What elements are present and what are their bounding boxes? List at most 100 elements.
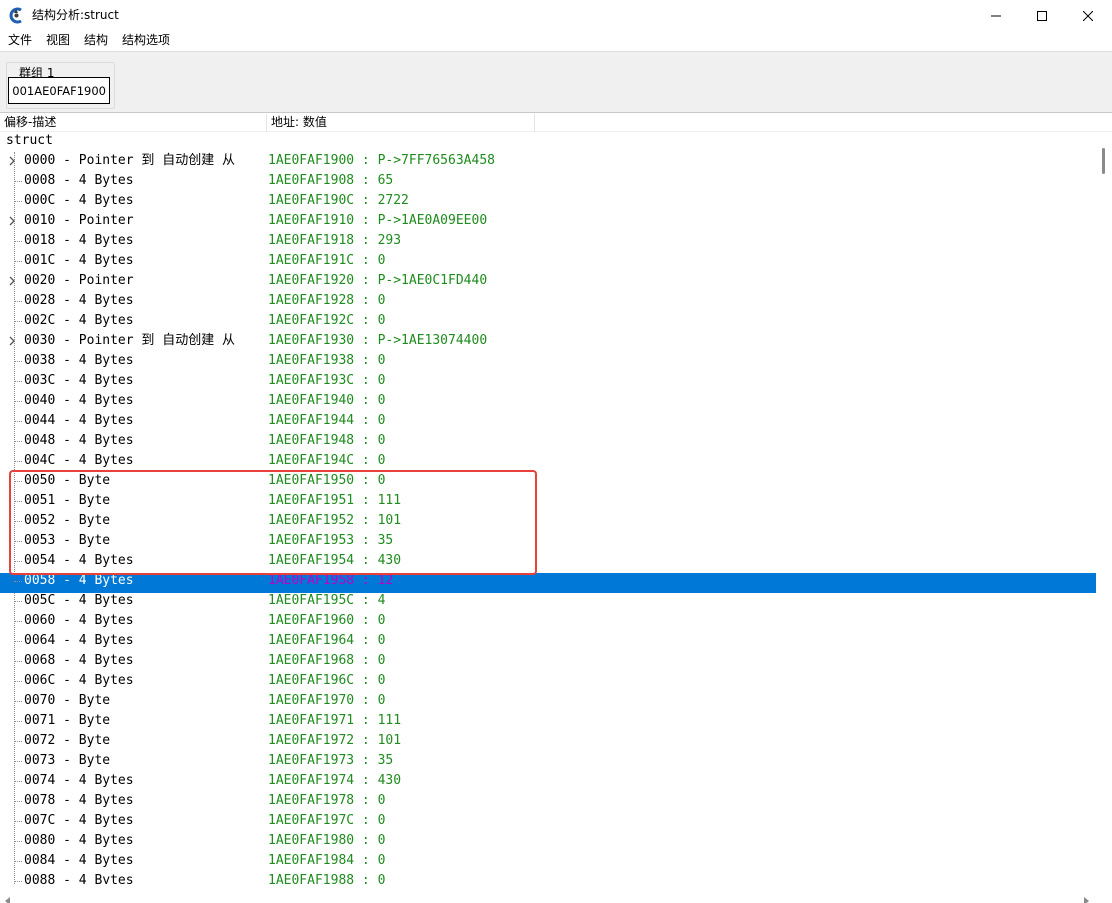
- tree-row[interactable]: 0000 - Pointer 到 自动创建 从 1AE0FAF1900 : P->…: [0, 153, 1096, 173]
- menu-structure[interactable]: 结构: [84, 33, 108, 48]
- tree-branch-line: [14, 421, 22, 422]
- tree-branch-line: [14, 641, 22, 642]
- chevron-right-icon[interactable]: [8, 215, 17, 227]
- tree-row[interactable]: 006C - 4 Bytes 1AE0FAF196C : 0: [0, 673, 1096, 693]
- row-offset-description: 0044 - 4 Bytes: [24, 413, 134, 428]
- row-offset-description: 0070 - Byte: [24, 693, 111, 708]
- tree-row[interactable]: 0020 - Pointer 1AE0FAF1920 : P->1AE0C1FD4…: [0, 273, 1096, 293]
- row-address-value: 1AE0FAF194C : 0: [268, 453, 386, 468]
- maximize-icon: [1037, 10, 1047, 21]
- group-panel: 群组 1: [0, 51, 1112, 113]
- vertical-scrollbar[interactable]: [1096, 132, 1112, 884]
- chevron-right-icon[interactable]: [8, 335, 17, 347]
- menu-bar: 文件 视图 结构 结构选项: [0, 31, 1112, 51]
- row-offset-description: 005C - 4 Bytes: [24, 593, 134, 608]
- tree-row[interactable]: 0071 - Byte 1AE0FAF1971 : 111: [0, 713, 1096, 733]
- tree-row[interactable]: 001C - 4 Bytes 1AE0FAF191C : 0: [0, 253, 1096, 273]
- tree-row[interactable]: 007C - 4 Bytes 1AE0FAF197C : 0: [0, 813, 1096, 833]
- tree-row[interactable]: 0051 - Byte 1AE0FAF1951 : 111: [0, 493, 1096, 513]
- menu-structure-options[interactable]: 结构选项: [122, 33, 170, 48]
- tree-row[interactable]: 005C - 4 Bytes 1AE0FAF195C : 4: [0, 593, 1096, 613]
- tree-row[interactable]: 0088 - 4 Bytes 1AE0FAF1988 : 0: [0, 873, 1096, 884]
- tree-row[interactable]: 0064 - 4 Bytes 1AE0FAF1964 : 0: [0, 633, 1096, 653]
- address-input[interactable]: [8, 77, 110, 104]
- tree-root[interactable]: struct: [6, 133, 53, 153]
- tree-row[interactable]: 0030 - Pointer 到 自动创建 从 1AE0FAF1930 : P->…: [0, 333, 1096, 353]
- row-address-value: 1AE0FAF1948 : 0: [268, 433, 386, 448]
- tree-row[interactable]: 0068 - 4 Bytes 1AE0FAF1968 : 0: [0, 653, 1096, 673]
- scroll-right-icon[interactable]: [1083, 890, 1089, 903]
- horizontal-scrollbar[interactable]: [0, 884, 1096, 903]
- tree-row[interactable]: 0054 - 4 Bytes 1AE0FAF1954 : 430: [0, 553, 1096, 573]
- tree-row[interactable]: 0078 - 4 Bytes 1AE0FAF1978 : 0: [0, 793, 1096, 813]
- row-address-value: 1AE0FAF1964 : 0: [268, 633, 386, 648]
- row-address-value: 1AE0FAF1951 : 111: [268, 493, 402, 508]
- minimize-icon: [991, 11, 1001, 21]
- tree-branch-line: [14, 321, 22, 322]
- menu-view[interactable]: 视图: [46, 33, 70, 48]
- tree-branch-line: [14, 721, 22, 722]
- tree-row[interactable]: 002C - 4 Bytes 1AE0FAF192C : 0: [0, 313, 1096, 333]
- tree-row[interactable]: 0060 - 4 Bytes 1AE0FAF1960 : 0: [0, 613, 1096, 633]
- tree-row[interactable]: 0018 - 4 Bytes 1AE0FAF1918 : 293: [0, 233, 1096, 253]
- row-offset-description: 0080 - 4 Bytes: [24, 833, 134, 848]
- row-address-value: 1AE0FAF1971 : 111: [268, 713, 402, 728]
- tree-row[interactable]: 0048 - 4 Bytes 1AE0FAF1948 : 0: [0, 433, 1096, 453]
- row-address-value: 1AE0FAF1952 : 101: [268, 513, 402, 528]
- tree-row[interactable]: 0053 - Byte 1AE0FAF1953 : 35: [0, 533, 1096, 553]
- chevron-right-icon[interactable]: [8, 275, 17, 287]
- tree-branch-line: [14, 881, 22, 882]
- tree-branch-line: [14, 581, 22, 582]
- row-offset-description: 0074 - 4 Bytes: [24, 773, 134, 788]
- title-bar[interactable]: 结构分析:struct: [0, 0, 1112, 31]
- tree-row[interactable]: 0010 - Pointer 1AE0FAF1910 : P->1AE0A09EE…: [0, 213, 1096, 233]
- column-offset-description[interactable]: 偏移-描述: [4, 115, 56, 130]
- tree-branch-line: [14, 661, 22, 662]
- tree-branch-line: [14, 401, 22, 402]
- close-button[interactable]: [1065, 0, 1111, 31]
- tree-branch-line: [14, 701, 22, 702]
- tree-branch-line: [14, 361, 22, 362]
- tree-row[interactable]: 0044 - 4 Bytes 1AE0FAF1944 : 0: [0, 413, 1096, 433]
- tree-row[interactable]: 0008 - 4 Bytes 1AE0FAF1908 : 65: [0, 173, 1096, 193]
- row-address-value: 1AE0FAF193C : 0: [268, 373, 386, 388]
- chevron-right-icon[interactable]: [8, 155, 17, 167]
- row-offset-description: 002C - 4 Bytes: [24, 313, 134, 328]
- column-address-value[interactable]: 地址: 数值: [271, 115, 327, 130]
- row-offset-description: 0060 - 4 Bytes: [24, 613, 134, 628]
- row-address-value: 1AE0FAF1940 : 0: [268, 393, 386, 408]
- tree-row[interactable]: 003C - 4 Bytes 1AE0FAF193C : 0: [0, 373, 1096, 393]
- tree-branch-line: [14, 601, 22, 602]
- tree-row[interactable]: 0052 - Byte 1AE0FAF1952 : 101: [0, 513, 1096, 533]
- tree-row[interactable]: 0080 - 4 Bytes 1AE0FAF1980 : 0: [0, 833, 1096, 853]
- tree-row[interactable]: 000C - 4 Bytes 1AE0FAF190C : 2722: [0, 193, 1096, 213]
- vertical-scroll-thumb[interactable]: [1102, 148, 1105, 174]
- tree-row[interactable]: 0050 - Byte 1AE0FAF1950 : 0: [0, 473, 1096, 493]
- minimize-button[interactable]: [973, 0, 1019, 31]
- row-offset-description: 006C - 4 Bytes: [24, 673, 134, 688]
- row-offset-description: 0064 - 4 Bytes: [24, 633, 134, 648]
- row-address-value: 1AE0FAF1974 : 430: [268, 773, 402, 788]
- structure-tree[interactable]: struct 0000 - Pointer 到 自动创建 从 1AE0FAF190…: [0, 132, 1096, 884]
- tree-row[interactable]: 0070 - Byte 1AE0FAF1970 : 0: [0, 693, 1096, 713]
- row-address-value: 1AE0FAF1928 : 0: [268, 293, 386, 308]
- tree-row[interactable]: 0038 - 4 Bytes 1AE0FAF1938 : 0: [0, 353, 1096, 373]
- tree-row[interactable]: 0040 - 4 Bytes 1AE0FAF1940 : 0: [0, 393, 1096, 413]
- maximize-button[interactable]: [1019, 0, 1065, 31]
- tree-row[interactable]: 0074 - 4 Bytes 1AE0FAF1974 : 430: [0, 773, 1096, 793]
- tree-row[interactable]: 0084 - 4 Bytes 1AE0FAF1984 : 0: [0, 853, 1096, 873]
- tree-branch-line: [14, 841, 22, 842]
- column-header: 偏移-描述 地址: 数值: [0, 114, 1112, 132]
- tree-row[interactable]: 0072 - Byte 1AE0FAF1972 : 101: [0, 733, 1096, 753]
- row-address-value: 1AE0FAF1910 : P->1AE0A09EE00: [268, 213, 488, 228]
- column-divider[interactable]: [266, 114, 267, 132]
- column-divider[interactable]: [534, 114, 535, 132]
- row-address-value: 1AE0FAF196C : 0: [268, 673, 386, 688]
- tree-row[interactable]: 004C - 4 Bytes 1AE0FAF194C : 0: [0, 453, 1096, 473]
- row-offset-description: 0068 - 4 Bytes: [24, 653, 134, 668]
- tree-row-selected[interactable]: 0058 - 4 Bytes 1AE0FAF1958 : 12: [0, 573, 1096, 593]
- tree-row[interactable]: 0028 - 4 Bytes 1AE0FAF1928 : 0: [0, 293, 1096, 313]
- scroll-left-icon[interactable]: [5, 890, 11, 903]
- tree-row[interactable]: 0073 - Byte 1AE0FAF1973 : 35: [0, 753, 1096, 773]
- menu-file[interactable]: 文件: [8, 33, 32, 48]
